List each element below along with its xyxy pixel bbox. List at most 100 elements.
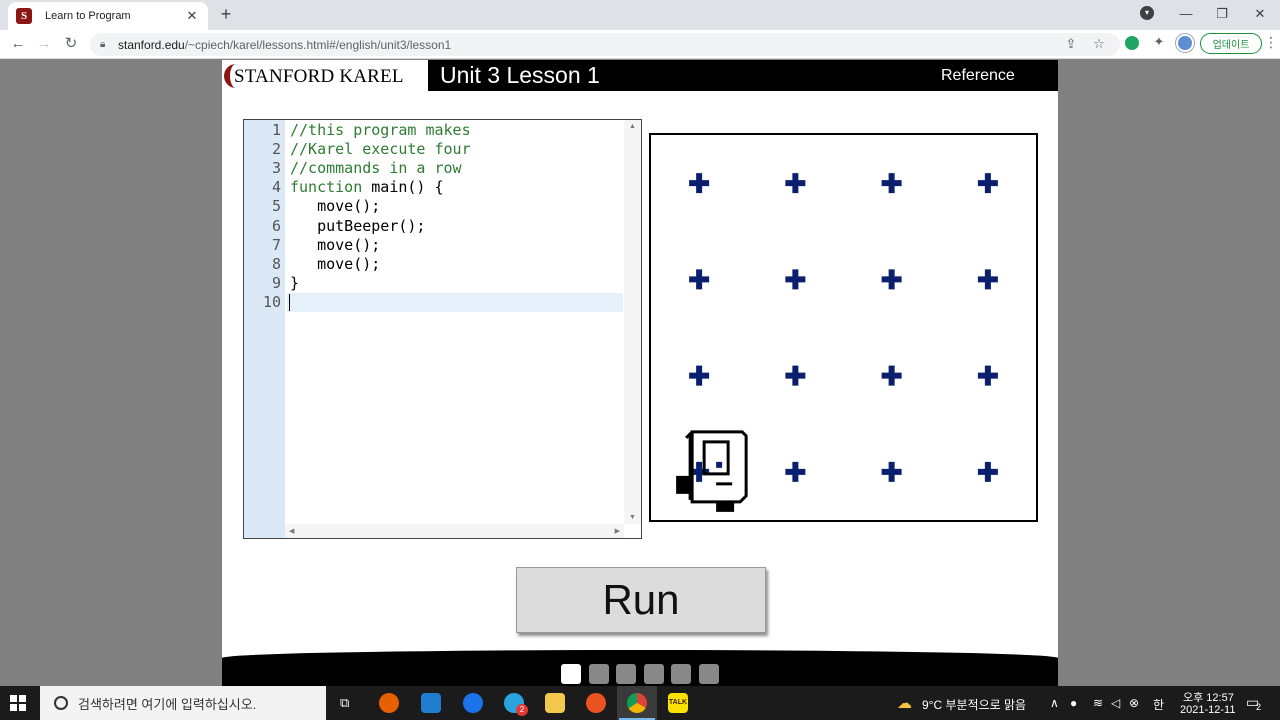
tab-learn-to-program[interactable]: S Learn to Program ✕	[8, 2, 208, 30]
line-number-gutter: 1 2 3 4 5 6 7 8 9 10	[244, 120, 285, 538]
taskbar-search-box[interactable]: 검색하려면 여기에 입력하십시오.	[40, 686, 326, 720]
chrome-icon[interactable]	[627, 693, 647, 713]
clock-date[interactable]: 2021-12-11	[1180, 704, 1235, 716]
code-line[interactable]: function main() {	[290, 178, 444, 196]
window-close-icon[interactable]: ✕	[1250, 4, 1270, 24]
ime-indicator[interactable]: 한	[1153, 696, 1164, 713]
reference-link[interactable]: Reference	[941, 67, 1015, 85]
scroll-left-icon[interactable]: ◀	[289, 527, 294, 535]
address-bar[interactable]: 🔒︎ stanford.edu/~cpiech/karel/lessons.ht…	[90, 33, 1120, 56]
code-line[interactable]: }	[290, 274, 299, 292]
corner-marker	[689, 269, 710, 290]
back-icon[interactable]: ←	[8, 34, 28, 54]
corner-marker	[785, 461, 806, 482]
line-number: 9	[271, 273, 281, 292]
lesson-dot[interactable]	[561, 664, 581, 684]
search-icon	[54, 696, 68, 710]
code-line[interactable]: //Karel execute four	[290, 140, 471, 158]
kakaotalk-icon[interactable]: TALK	[668, 693, 688, 713]
line-number: 4	[271, 178, 281, 197]
windows-start-icon[interactable]	[10, 695, 26, 711]
telegram-badge: 2	[516, 704, 528, 716]
corner-marker	[977, 365, 998, 386]
scroll-right-icon[interactable]: ▶	[615, 527, 620, 535]
search-placeholder: 검색하려면 여기에 입력하십시오.	[78, 696, 257, 712]
world-canvas	[676, 173, 998, 512]
code-line[interactable]: move();	[290, 236, 380, 254]
line-number: 2	[271, 140, 281, 159]
tray-chevron-icon[interactable]: ∧	[1050, 696, 1059, 710]
telegram-icon[interactable]: 2	[504, 693, 528, 716]
code-editor[interactable]: 1 2 3 4 5 6 7 8 9 10 //this program makes//Karel …	[243, 119, 642, 539]
firefox-icon[interactable]	[379, 693, 399, 713]
extension-green-icon[interactable]	[1125, 36, 1139, 50]
code-line[interactable]: //this program makes	[290, 121, 471, 139]
corner-marker	[689, 365, 710, 386]
url-text: stanford.edu/~cpiech/karel/lessons.html#…	[118, 38, 451, 52]
stanford-karel-logo[interactable]: STANFORD KAREL	[222, 60, 428, 91]
clock-time[interactable]: 오후 12:57	[1183, 689, 1234, 705]
lesson-dot[interactable]	[671, 664, 691, 684]
tray-close-icon[interactable]: ⊗	[1129, 696, 1139, 710]
lesson-title: Unit 3 Lesson 1	[440, 62, 600, 88]
line-number: 6	[271, 216, 281, 235]
lesson-dot[interactable]	[616, 664, 636, 684]
corner-marker	[785, 173, 806, 194]
task-view-icon[interactable]: ⧉	[340, 695, 349, 711]
header-bar: STANFORD KAREL Unit 3 Lesson 1 Reference	[222, 60, 1058, 91]
tray-app-icon[interactable]: ●	[1070, 696, 1077, 710]
maximize-icon[interactable]: ❐	[1212, 4, 1232, 24]
tab-search-icon[interactable]: ▾	[1140, 6, 1154, 20]
page-content: STANFORD KAREL Unit 3 Lesson 1 Reference…	[222, 60, 1058, 686]
scroll-down-icon[interactable]: ▼	[629, 514, 636, 521]
line-number: 1	[271, 121, 281, 139]
line-number: 3	[271, 159, 281, 178]
close-icon[interactable]: ✕	[184, 8, 200, 24]
karel-world	[649, 133, 1038, 522]
forward-icon[interactable]: →	[34, 34, 54, 54]
corner-marker	[785, 269, 806, 290]
run-button[interactable]: Run	[516, 567, 766, 633]
wifi-icon[interactable]: ≋	[1093, 696, 1103, 710]
menu-kebab-icon[interactable]: ⋮	[1264, 34, 1278, 52]
corner-marker	[881, 269, 902, 290]
horizontal-scrollbar[interactable]: ◀ ▶	[285, 524, 624, 538]
code-line[interactable]: putBeeper();	[290, 217, 425, 235]
update-button[interactable]: 업데이트	[1200, 33, 1262, 54]
corner-marker	[785, 365, 806, 386]
browser-toolbar: ← → ↻ 🔒︎ stanford.edu/~cpiech/karel/less…	[0, 30, 1280, 59]
minimize-icon[interactable]: —	[1176, 4, 1196, 24]
ubuntu-icon[interactable]	[586, 693, 606, 713]
corner-marker	[881, 461, 902, 482]
vertical-scrollbar[interactable]: ▲ ▼	[624, 120, 641, 524]
text-cursor	[289, 294, 290, 311]
file-explorer-icon[interactable]	[545, 693, 565, 713]
lesson-dot[interactable]	[588, 664, 609, 684]
bookmark-star-icon[interactable]: ☆	[1090, 35, 1108, 53]
share-icon[interactable]: ⇪	[1062, 35, 1080, 53]
lesson-dot[interactable]	[643, 664, 664, 684]
volume-icon[interactable]: ◁	[1111, 696, 1120, 710]
code-line[interactable]: //commands in a row	[290, 159, 462, 177]
extensions-puzzle-icon[interactable]: ✦	[1150, 34, 1168, 52]
scroll-up-icon[interactable]: ▲	[629, 123, 636, 130]
corner-marker	[977, 173, 998, 194]
stanford-favicon-icon: S	[16, 8, 32, 24]
code-line[interactable]: move();	[290, 255, 380, 273]
corner-marker	[881, 173, 902, 194]
lesson-dot[interactable]	[698, 664, 719, 684]
url-host: stanford.edu	[118, 37, 185, 52]
line-number: 10	[262, 292, 281, 311]
weather-text[interactable]: 9°C 부분적으로 맑음	[922, 696, 1026, 713]
line-number: 5	[271, 197, 281, 216]
maps-icon[interactable]	[463, 693, 483, 713]
corner-marker	[881, 365, 902, 386]
lock-icon: 🔒︎	[100, 38, 106, 50]
code-line[interactable]: move();	[290, 197, 380, 215]
profile-avatar[interactable]	[1176, 34, 1194, 52]
vscode-icon[interactable]	[421, 693, 441, 713]
windows-taskbar: 검색하려면 여기에 입력하십시오. ⧉ 2 TALK ☁︎ 9°C 부분적으로 …	[0, 686, 1280, 720]
reload-icon[interactable]: ↻	[61, 34, 81, 54]
new-tab-icon[interactable]: +	[216, 4, 236, 24]
logo-text: STANFORD KAREL	[234, 66, 404, 87]
